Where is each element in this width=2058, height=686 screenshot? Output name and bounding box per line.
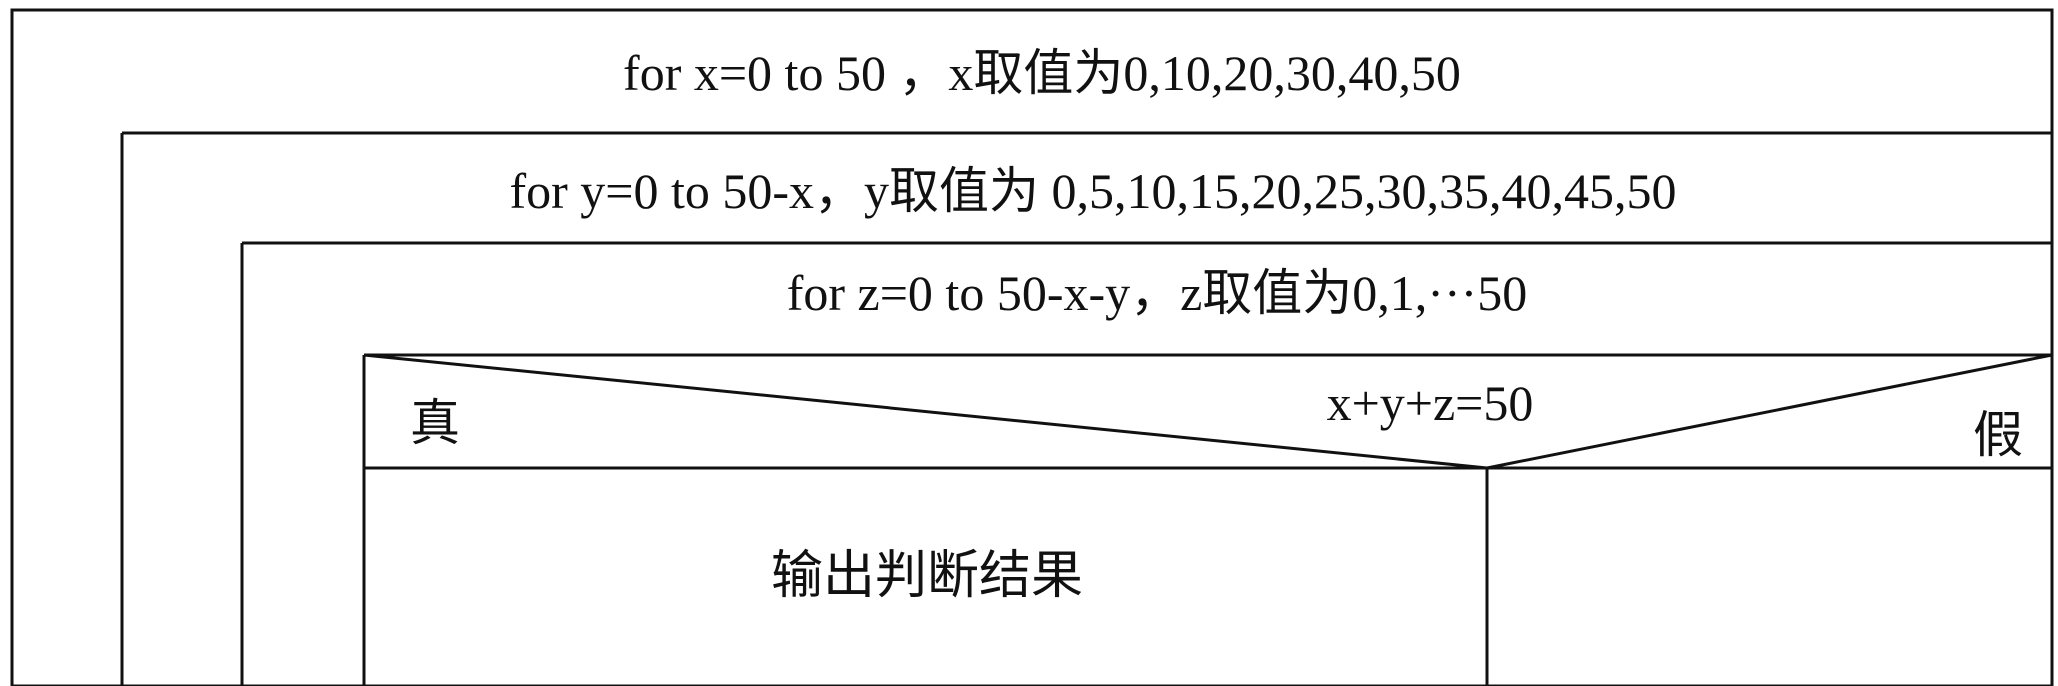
loop-y-block: for y=0 to 50-x，y取值为 0,5,10,15,20,25,30,… [509, 163, 1676, 219]
loop-x-label: for x=0 to 50 ，x取值为0,10,20,30,40,50 [623, 45, 1461, 101]
loop-x-block: for x=0 to 50 ，x取值为0,10,20,30,40,50 [623, 45, 1461, 101]
loop-z-label: for z=0 to 50-x-y，z取值为0,1,···50 [787, 265, 1528, 321]
true-branch-action: 输出判断结果 [771, 548, 1083, 605]
decision-true-label: 真 [410, 395, 460, 451]
true-branch-cell: 输出判断结果 [771, 548, 1083, 605]
decision-diagonal-left [363, 353, 1488, 470]
nassi-shneiderman-diagram: for x=0 to 50 ，x取值为0,10,20,30,40,50 for … [10, 8, 2054, 686]
decision-diagonal-right [1486, 353, 2053, 470]
decision-condition: x+y+z=50 [1327, 375, 1534, 431]
loop-z-block: for z=0 to 50-x-y，z取值为0,1,···50 [787, 265, 1528, 321]
loop-y-label: for y=0 to 50-x，y取值为 0,5,10,15,20,25,30,… [509, 163, 1676, 219]
decision-false-label: 假 [1973, 407, 2023, 463]
decision-block: x+y+z=50 真 假 [363, 353, 2053, 470]
